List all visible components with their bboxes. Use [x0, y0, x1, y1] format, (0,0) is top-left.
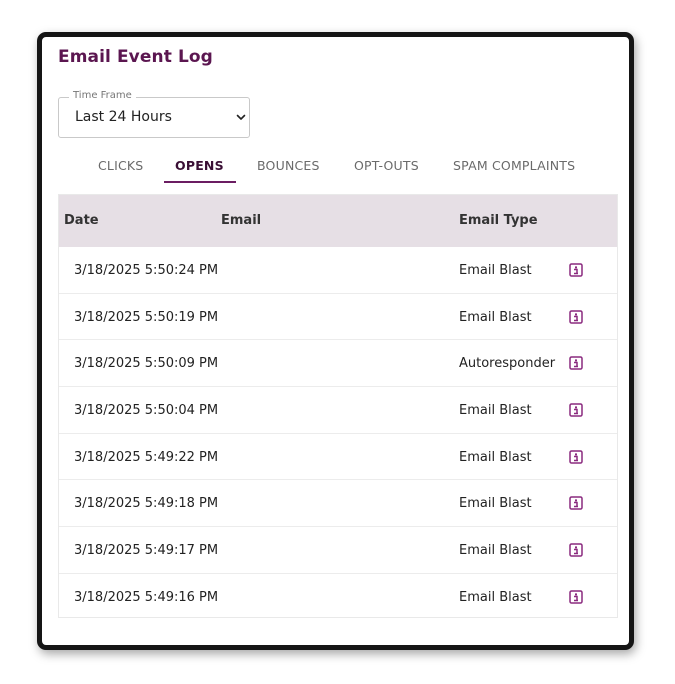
info-icon[interactable]: [569, 356, 583, 371]
tab-opt-outs[interactable]: OPT-OUTS: [354, 158, 419, 173]
active-tab-indicator: [164, 181, 236, 183]
date-cell: 3/18/2025 5:49:22 PM: [74, 449, 219, 465]
email-type-cell: Email Blast: [459, 309, 532, 325]
email-type-cell: Email Blast: [459, 496, 532, 512]
email-type-cell: Email Blast: [459, 543, 532, 559]
table-row: 3/18/2025 5:50:19 PM Email Blast: [58, 294, 618, 341]
chevron-down-icon[interactable]: [235, 111, 247, 123]
date-cell: 3/18/2025 5:50:24 PM: [74, 263, 219, 278]
email-type-cell: Autoresponder: [459, 356, 556, 372]
date-cell: 3/18/2025 5:50:19 PM: [74, 309, 219, 325]
email-type-cell: Email Blast: [459, 589, 532, 605]
table-row: 3/18/2025 5:50:24 PM Email Blast: [58, 247, 618, 294]
event-table: Date Email Email Type 3/18/2025 5:50:24 …: [58, 194, 618, 621]
info-icon[interactable]: [569, 263, 583, 277]
table-row: 3/18/2025 5:49:22 PM Email Blast: [58, 434, 618, 481]
info-icon[interactable]: [569, 496, 583, 511]
date-cell: 3/18/2025 5:49:17 PM: [74, 543, 219, 559]
date-cell: 3/18/2025 5:50:04 PM: [74, 403, 219, 419]
tab-clicks[interactable]: CLICKS: [98, 158, 143, 173]
email-type-cell: Email Blast: [459, 449, 532, 465]
table-header: Date Email Email Type: [58, 194, 618, 247]
column-header-email-type[interactable]: Email Type: [459, 213, 538, 228]
email-type-cell: Email Blast: [459, 263, 532, 278]
table-row: 3/18/2025 5:49:17 PM Email Blast: [58, 527, 618, 574]
date-cell: 3/18/2025 5:49:18 PM: [74, 496, 219, 512]
date-cell: 3/18/2025 5:50:09 PM: [74, 356, 219, 372]
column-header-date[interactable]: Date: [64, 213, 99, 228]
tab-opens[interactable]: OPENS: [175, 158, 224, 173]
column-header-email[interactable]: Email: [221, 213, 261, 228]
page-title: Email Event Log: [58, 47, 213, 67]
time-frame-label: Time Frame: [69, 90, 136, 101]
table-body: 3/18/2025 5:50:24 PM Email Blast 3/18/2025…: [58, 247, 618, 621]
table-row: 3/18/2025 5:50:04 PM Email Blast: [58, 387, 618, 434]
info-icon[interactable]: [569, 403, 583, 417]
info-icon[interactable]: [569, 543, 583, 557]
tab-bounces[interactable]: BOUNCES: [257, 158, 320, 173]
tab-spam-complaints[interactable]: SPAM COMPLAINTS: [453, 158, 575, 173]
time-frame-value[interactable]: Last 24 Hours: [75, 109, 172, 125]
date-cell: 3/18/2025 5:49:16 PM: [74, 589, 219, 605]
info-icon[interactable]: [569, 309, 583, 324]
table-row: 3/18/2025 5:49:18 PM Email Blast: [58, 480, 618, 528]
table-row: 3/18/2025 5:50:09 PM Autoresponder: [58, 340, 618, 388]
info-icon[interactable]: [569, 450, 583, 464]
table-row: 3/18/2025 5:49:16 PM Email Blast: [58, 574, 618, 621]
email-type-cell: Email Blast: [459, 403, 532, 419]
info-icon[interactable]: [569, 590, 583, 604]
event-tabs: CLICKS OPENS BOUNCES OPT-OUTS SPAM COMPL…: [58, 150, 628, 184]
